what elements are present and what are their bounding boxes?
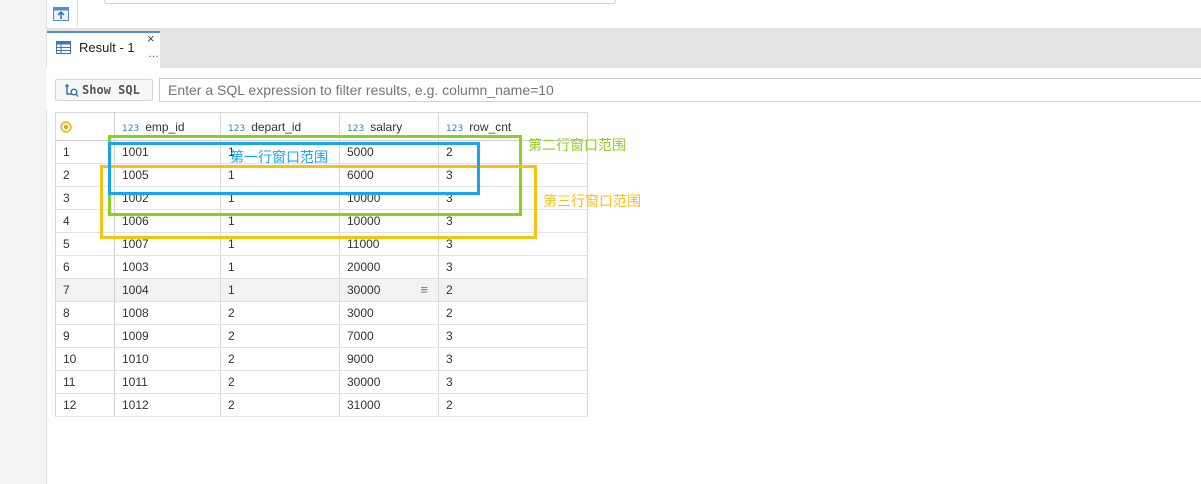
numeric-type-badge: 123: [347, 123, 365, 134]
column-name: row_cnt: [469, 119, 512, 134]
cell-row-cnt[interactable]: 3: [438, 324, 588, 348]
cell-row-cnt[interactable]: 2: [438, 278, 588, 302]
table-row[interactable]: 12 1012 2 31000 2: [55, 393, 588, 417]
cell-salary[interactable]: 31000: [339, 393, 439, 417]
cell-depart-id[interactable]: 1: [220, 255, 340, 279]
cell-emp-id[interactable]: 1004: [114, 278, 221, 302]
tab-overflow-icon[interactable]: …: [148, 48, 159, 60]
cell-depart-id[interactable]: 2: [220, 347, 340, 371]
row-number[interactable]: 6: [55, 255, 115, 279]
cell-row-cnt[interactable]: 3: [438, 255, 588, 279]
hamburger-menu-icon[interactable]: ≡: [420, 283, 428, 297]
toolbar-divider: [77, 0, 78, 26]
cell-emp-id[interactable]: 1011: [114, 370, 221, 394]
show-sql-label[interactable]: Show SQL: [82, 83, 140, 97]
table-row[interactable]: 8 1008 2 3000 2: [55, 301, 588, 325]
column-name: emp_id: [145, 119, 185, 134]
cell-depart-id[interactable]: 2: [220, 370, 340, 394]
cell-emp-id[interactable]: 1010: [114, 347, 221, 371]
table-row[interactable]: 11 1011 2 30000 3: [55, 370, 588, 394]
cell-row-cnt[interactable]: 3: [438, 347, 588, 371]
cell-salary[interactable]: 20000: [339, 255, 439, 279]
cell-emp-id[interactable]: 1009: [114, 324, 221, 348]
numeric-type-badge: 123: [122, 123, 140, 134]
cell-depart-id[interactable]: 2: [220, 393, 340, 417]
third-row-window-label: 第三行窗口范围: [543, 194, 641, 210]
cell-emp-id[interactable]: 1008: [114, 301, 221, 325]
column-name: salary: [370, 119, 403, 134]
result-tab-bar: [46, 28, 1201, 68]
numeric-type-badge: 123: [228, 123, 246, 134]
numeric-type-badge: 123: [446, 123, 464, 134]
table-row[interactable]: 10 1010 2 9000 3: [55, 347, 588, 371]
top-toolbar: [0, 0, 1201, 28]
table-row[interactable]: 6 1003 1 20000 3: [55, 255, 588, 279]
cell-row-cnt[interactable]: 2: [438, 301, 588, 325]
row-number[interactable]: 7: [55, 278, 115, 302]
row-number[interactable]: 1: [55, 140, 115, 164]
first-row-window-label: 第一行窗口范围: [230, 150, 328, 166]
row-number[interactable]: 9: [55, 324, 115, 348]
cell-salary[interactable]: 7000: [339, 324, 439, 348]
column-name: depart_id: [251, 119, 302, 134]
filter-expression-input[interactable]: [159, 78, 1201, 102]
cell-salary[interactable]: 30000 ≡: [339, 278, 439, 302]
select-all-cell[interactable]: [55, 112, 115, 141]
table-grid-icon: [56, 41, 71, 54]
cell-row-cnt[interactable]: 3: [438, 370, 588, 394]
left-rail: [0, 0, 47, 484]
row-number[interactable]: 8: [55, 301, 115, 325]
row-number[interactable]: 12: [55, 393, 115, 417]
tab-close-icon[interactable]: ×: [147, 31, 155, 46]
table-row[interactable]: 9 1009 2 7000 3: [55, 324, 588, 348]
cell-emp-id[interactable]: 1003: [114, 255, 221, 279]
cell-depart-id[interactable]: 2: [220, 324, 340, 348]
cell-salary[interactable]: 9000: [339, 347, 439, 371]
row-number[interactable]: 10: [55, 347, 115, 371]
cell-depart-id[interactable]: 1: [220, 278, 340, 302]
table-row-selected[interactable]: 7 1004 1 30000 ≡ 2: [55, 278, 588, 302]
cell-emp-id[interactable]: 1012: [114, 393, 221, 417]
cell-row-cnt[interactable]: 2: [438, 393, 588, 417]
row-number[interactable]: 11: [55, 370, 115, 394]
cell-salary[interactable]: 3000: [339, 301, 439, 325]
tab-result-label[interactable]: Result - 1: [79, 40, 135, 55]
sql-search-icon: [63, 82, 79, 98]
cell-depart-id[interactable]: 2: [220, 301, 340, 325]
top-input[interactable]: [104, 0, 616, 4]
second-row-window-label: 第二行窗口范围: [528, 138, 626, 154]
cell-salary-value: 30000: [347, 283, 381, 297]
select-all-icon[interactable]: [60, 120, 72, 134]
upload-panel-icon[interactable]: [52, 4, 70, 22]
cell-salary[interactable]: 30000: [339, 370, 439, 394]
